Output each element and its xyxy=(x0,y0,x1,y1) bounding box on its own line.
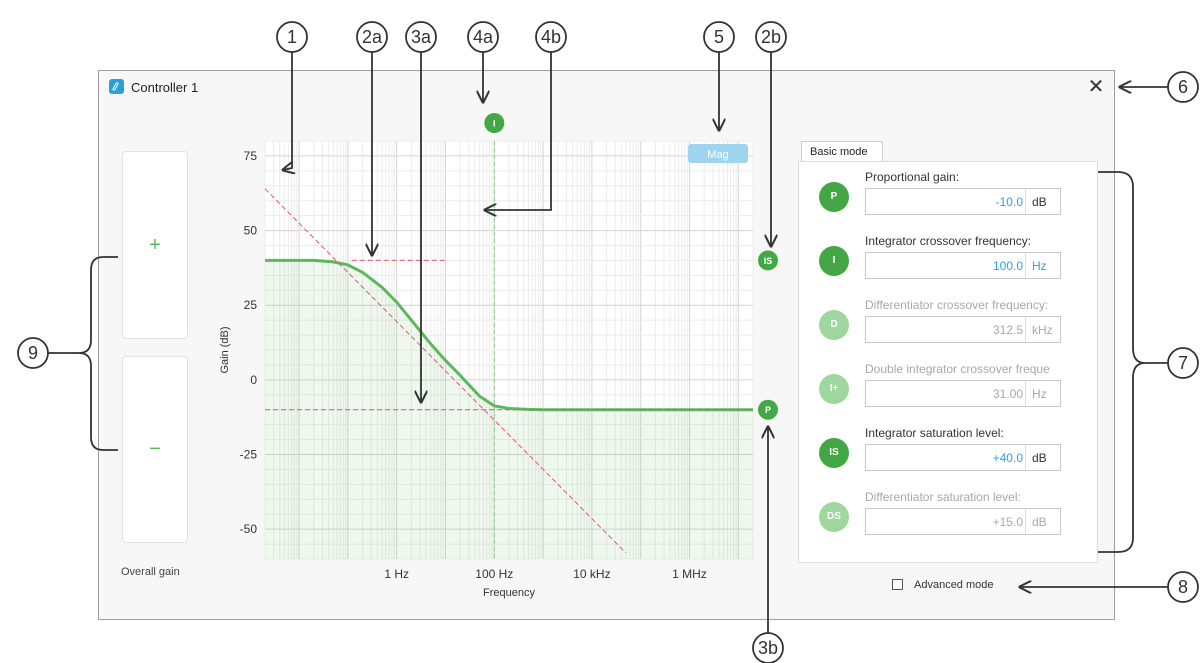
y-tick-label: 50 xyxy=(244,224,258,238)
saturation-level-marker[interactable]: IS xyxy=(758,250,778,271)
saturation-level-marker-label: IS xyxy=(764,256,773,266)
mag-toggle-label: Mag xyxy=(707,149,728,161)
mag-toggle-button[interactable]: Mag xyxy=(688,144,748,163)
y-axis-label: Gain (dB) xyxy=(219,326,231,373)
integrator-crossover-marker-label: I xyxy=(493,119,496,129)
x-tick-label: 100 Hz xyxy=(475,567,513,581)
x-axis-label: Frequency xyxy=(483,587,535,599)
bode-plot: 75 50 25 0 -25 -50 1 Hz 100 Hz 10 kHz 1 MHz Freque… xyxy=(219,113,778,599)
integrator-crossover-marker[interactable]: I xyxy=(484,113,505,133)
y-tick-label: 25 xyxy=(244,298,258,312)
y-tick-label: 0 xyxy=(250,373,257,387)
proportional-gain-marker[interactable]: P xyxy=(758,399,778,420)
y-tick-label: 75 xyxy=(244,149,258,163)
x-tick-label: 1 MHz xyxy=(672,567,707,581)
x-tick-label: 10 kHz xyxy=(573,567,610,581)
proportional-gain-marker-label: P xyxy=(765,405,771,415)
x-tick-label: 1 Hz xyxy=(384,567,409,581)
y-tick-label: -25 xyxy=(240,448,258,462)
y-tick-label: -50 xyxy=(240,522,258,536)
